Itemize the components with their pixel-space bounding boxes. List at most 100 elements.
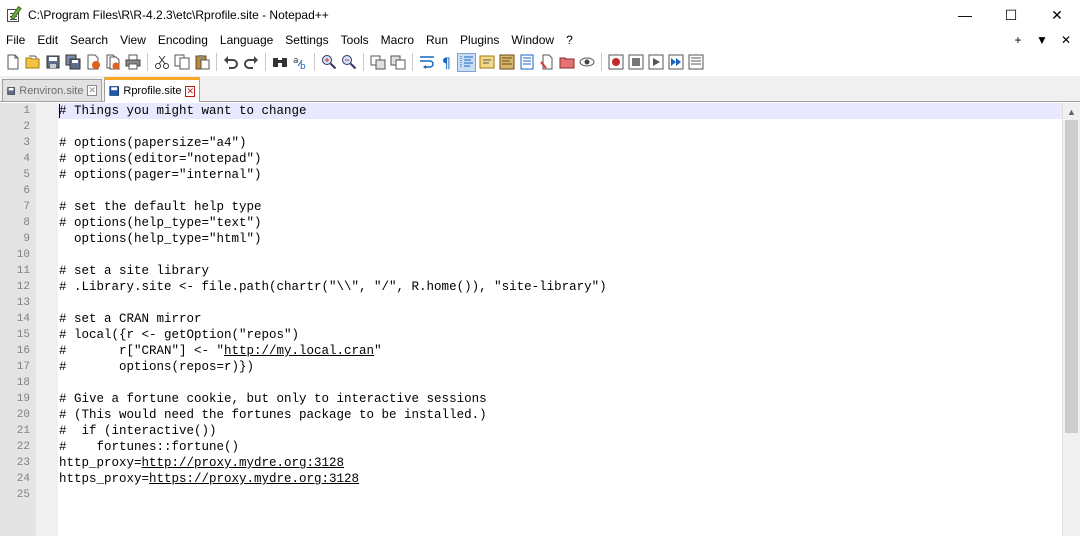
save-macro-icon[interactable] xyxy=(686,53,705,72)
save-icon[interactable] xyxy=(43,53,62,72)
line-text: # set a CRAN mirror xyxy=(59,312,202,326)
redo-icon[interactable] xyxy=(241,53,260,72)
menu-plugins[interactable]: Plugins xyxy=(454,30,505,50)
close-icon[interactable] xyxy=(83,53,102,72)
tab-rprofile-site[interactable]: Rprofile.site ✕ xyxy=(104,77,200,102)
window-controls: — ☐ ✕ xyxy=(942,0,1080,30)
code-line[interactable]: 10 xyxy=(0,247,1062,263)
menu-view[interactable]: View xyxy=(114,30,152,50)
save-all-icon[interactable] xyxy=(63,53,82,72)
line-text: # (This would need the fortunes package … xyxy=(59,408,487,422)
menu-settings[interactable]: Settings xyxy=(279,30,334,50)
menu-file[interactable]: File xyxy=(0,30,31,50)
menu-macro[interactable]: Macro xyxy=(375,30,420,50)
code-line[interactable]: 16 # r["CRAN"] <- "http://my.local.cran" xyxy=(0,343,1062,359)
code-line[interactable]: 15 # local({r <- getOption("repos") xyxy=(0,327,1062,343)
code-line[interactable]: 12 # .Library.site <- file.path(chartr("\… xyxy=(0,279,1062,295)
sync-horizontal-icon[interactable] xyxy=(388,53,407,72)
code-line[interactable]: 3 # options(papersize="a4") xyxy=(0,135,1062,151)
tab-close-icon[interactable]: ✕ xyxy=(185,85,195,97)
new-file-icon[interactable] xyxy=(3,53,22,72)
user-language-icon[interactable] xyxy=(477,53,496,72)
code-line[interactable]: 22 # fortunes::fortune() xyxy=(0,439,1062,455)
code-line[interactable]: 7 # set the default help type xyxy=(0,199,1062,215)
code-line[interactable]: 5 # options(pager="internal") xyxy=(0,167,1062,183)
copy-icon[interactable] xyxy=(172,53,191,72)
scrollbar-thumb[interactable] xyxy=(1065,120,1078,433)
play-macro-icon[interactable] xyxy=(646,53,665,72)
cut-icon[interactable] xyxy=(152,53,171,72)
line-text: https_proxy=https://proxy.mydre.org:3128 xyxy=(59,472,360,486)
minimize-button[interactable]: — xyxy=(942,0,988,30)
code-line[interactable]: 23 http_proxy=http://proxy.mydre.org:3128 xyxy=(0,455,1062,471)
code-line[interactable]: 20 # (This would need the fortunes packag… xyxy=(0,407,1062,423)
print-icon[interactable] xyxy=(123,53,142,72)
indent-guide-icon[interactable] xyxy=(457,52,476,72)
url-link[interactable]: http://my.local.cran xyxy=(224,344,374,358)
menu-language[interactable]: Language xyxy=(214,30,279,50)
record-macro-icon[interactable] xyxy=(606,53,625,72)
document-list-icon[interactable] xyxy=(557,53,576,72)
code-line[interactable]: 6 xyxy=(0,183,1062,199)
code-line[interactable]: 2 xyxy=(0,119,1062,135)
menu-window[interactable]: Window xyxy=(505,30,560,50)
code-line[interactable]: 24 https_proxy=https://proxy.mydre.org:31… xyxy=(0,471,1062,487)
code-line[interactable]: 9 options(help_type="html") xyxy=(0,231,1062,247)
function-list-icon[interactable] xyxy=(517,53,536,72)
sync-vertical-icon[interactable] xyxy=(368,53,387,72)
close-window-button[interactable]: ✕ xyxy=(1034,0,1080,30)
folder-workspace-icon[interactable] xyxy=(537,53,556,72)
scroll-up-icon[interactable]: ▲ xyxy=(1063,103,1080,120)
new-tab-button[interactable]: + xyxy=(1006,33,1030,47)
code-line[interactable]: 18 xyxy=(0,375,1062,391)
maximize-button[interactable]: ☐ xyxy=(988,0,1034,30)
line-text: # Things you might want to change xyxy=(59,104,307,118)
open-file-icon[interactable] xyxy=(23,53,42,72)
menu-search[interactable]: Search xyxy=(64,30,114,50)
line-number: 21 xyxy=(16,425,30,437)
line-number: 4 xyxy=(23,153,30,165)
code-line[interactable]: 25 xyxy=(0,487,1062,503)
stop-macro-icon[interactable] xyxy=(626,53,645,72)
monitoring-icon[interactable] xyxy=(577,53,596,72)
close-document-button[interactable]: ✕ xyxy=(1054,33,1078,47)
menu-bar: File Edit Search View Encoding Language … xyxy=(0,30,1080,50)
menu-run[interactable]: Run xyxy=(420,30,454,50)
line-number: 1 xyxy=(23,105,30,117)
code-line[interactable]: 19 # Give a fortune cookie, but only to i… xyxy=(0,391,1062,407)
word-wrap-icon[interactable] xyxy=(417,53,436,72)
code-line[interactable]: 8 # options(help_type="text") xyxy=(0,215,1062,231)
zoom-out-icon[interactable] xyxy=(339,53,358,72)
toolbar-separator xyxy=(216,53,217,71)
replace-icon[interactable]: ab xyxy=(290,53,309,72)
url-link[interactable]: https://proxy.mydre.org:3128 xyxy=(149,472,359,486)
tab-renviron-site[interactable]: Renviron.site ✕ xyxy=(2,79,102,101)
code-line[interactable]: 4 # options(editor="notepad") xyxy=(0,151,1062,167)
tab-list-button[interactable]: ▼ xyxy=(1030,33,1054,47)
saved-file-icon xyxy=(7,86,15,95)
paste-icon[interactable] xyxy=(192,53,211,72)
code-editor[interactable]: 1 # Things you might want to change 2 3 # op… xyxy=(0,103,1080,536)
show-all-chars-icon[interactable]: ¶ xyxy=(437,53,456,72)
code-line[interactable]: 21 # if (interactive()) xyxy=(0,423,1062,439)
run-macro-multiple-icon[interactable] xyxy=(666,53,685,72)
menu-help[interactable]: ? xyxy=(560,30,579,50)
code-line[interactable]: 1 # Things you might want to change xyxy=(0,103,1062,119)
find-icon[interactable] xyxy=(270,53,289,72)
code-line[interactable]: 11 # set a site library xyxy=(0,263,1062,279)
doc-map-icon[interactable] xyxy=(497,53,516,72)
menu-encoding[interactable]: Encoding xyxy=(152,30,214,50)
zoom-in-icon[interactable] xyxy=(319,53,338,72)
menu-tools[interactable]: Tools xyxy=(335,30,375,50)
code-line[interactable]: 13 xyxy=(0,295,1062,311)
tab-close-icon[interactable]: ✕ xyxy=(87,85,97,96)
toolbar-separator xyxy=(265,53,266,71)
close-all-icon[interactable] xyxy=(103,53,122,72)
line-text: options(help_type="html") xyxy=(59,232,262,246)
code-line[interactable]: 17 # options(repos=r)}) xyxy=(0,359,1062,375)
undo-icon[interactable] xyxy=(221,53,240,72)
code-line[interactable]: 14 # set a CRAN mirror xyxy=(0,311,1062,327)
url-link[interactable]: http://proxy.mydre.org:3128 xyxy=(142,456,345,470)
menu-edit[interactable]: Edit xyxy=(31,30,64,50)
vertical-scrollbar[interactable]: ▲ xyxy=(1062,103,1080,536)
